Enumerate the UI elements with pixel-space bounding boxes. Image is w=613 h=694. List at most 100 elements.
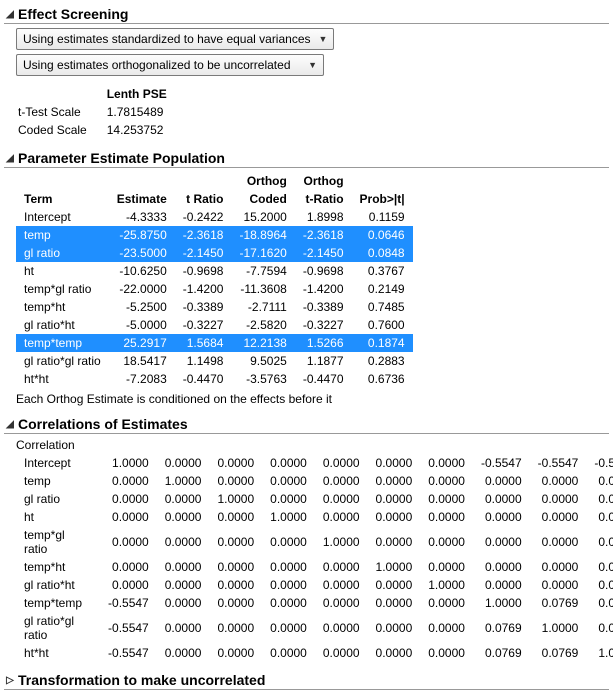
table-cell: 0.3767 <box>352 262 413 280</box>
lenth-header: Lenth PSE <box>107 86 175 102</box>
table-cell: 0.7485 <box>352 298 413 316</box>
table-cell: 0.6736 <box>352 370 413 388</box>
table-cell: -2.1450 <box>175 244 232 262</box>
table-row: temp*ht0.00000.00000.00000.00000.00001.0… <box>16 558 613 576</box>
t-test-scale-label: t-Test Scale <box>18 104 105 120</box>
table-cell: 18.5417 <box>109 352 175 370</box>
table-cell: 0.0000 <box>420 508 473 526</box>
section-header-transformation[interactable]: ▷ Transformation to make uncorrelated <box>4 670 609 690</box>
section-header-param-est[interactable]: ◢ Parameter Estimate Population <box>4 148 609 168</box>
standardize-combo-label: Using estimates standardized to have equ… <box>23 32 311 46</box>
table-cell: -0.5547 <box>100 612 157 644</box>
table-cell: 0.0646 <box>352 226 413 244</box>
table-row[interactable]: gl ratio*ht-5.0000-0.3227-2.5820-0.32270… <box>16 316 413 334</box>
table-cell: 0.0000 <box>262 526 315 558</box>
col-orthog-coded-1: Orthog <box>231 172 294 190</box>
table-cell: 0.0000 <box>420 454 473 472</box>
table-row[interactable]: gl ratio-23.5000-2.1450-17.1620-2.14500.… <box>16 244 413 262</box>
table-cell: 0.0769 <box>530 644 587 662</box>
table-cell: -0.9698 <box>295 262 352 280</box>
row-term: temp*gl ratio <box>16 526 100 558</box>
table-cell: 0.0000 <box>473 508 530 526</box>
table-cell: 0.0769 <box>530 594 587 612</box>
table-cell: 0.0000 <box>262 644 315 662</box>
table-row: ht0.00000.00000.00001.00000.00000.00000.… <box>16 508 613 526</box>
table-cell: 0.0000 <box>157 576 210 594</box>
table-cell: 0.0000 <box>209 558 262 576</box>
table-cell: 0.0000 <box>368 576 421 594</box>
table-row[interactable]: Intercept-4.3333-0.242215.20001.89980.11… <box>16 208 413 226</box>
table-row: Intercept1.00000.00000.00000.00000.00000… <box>16 454 613 472</box>
table-cell: 1.0000 <box>262 508 315 526</box>
correlation-table: Intercept1.00000.00000.00000.00000.00000… <box>16 454 613 662</box>
col-estimate: Estimate <box>109 190 175 208</box>
table-cell: -4.3333 <box>109 208 175 226</box>
table-cell: 0.0000 <box>368 472 421 490</box>
table-row: gl ratio*ht0.00000.00000.00000.00000.000… <box>16 576 613 594</box>
table-row[interactable]: temp*gl ratio-22.0000-1.4200-11.3608-1.4… <box>16 280 413 298</box>
table-cell: 0.0000 <box>368 644 421 662</box>
standardize-combo[interactable]: Using estimates standardized to have equ… <box>16 28 334 50</box>
table-cell: 0.0769 <box>586 612 613 644</box>
table-cell: 1.0000 <box>586 644 613 662</box>
table-cell: 1.5266 <box>295 334 352 352</box>
table-cell: -2.5820 <box>231 316 294 334</box>
row-term: gl ratio*ht <box>16 576 100 594</box>
row-term: gl ratio <box>16 490 100 508</box>
table-cell: 0.0000 <box>209 508 262 526</box>
table-cell: 0.0000 <box>586 490 613 508</box>
table-row: gl ratio0.00000.00001.00000.00000.00000.… <box>16 490 613 508</box>
table-cell: -5.0000 <box>109 316 175 334</box>
table-cell: 0.0000 <box>262 612 315 644</box>
coded-scale-value: 14.253752 <box>107 122 175 138</box>
orthogonalize-combo[interactable]: Using estimates orthogonalized to be unc… <box>16 54 324 76</box>
table-cell: 0.0000 <box>157 490 210 508</box>
table-cell: 0.0000 <box>420 558 473 576</box>
table-cell: -0.3389 <box>295 298 352 316</box>
table-cell: 15.2000 <box>231 208 294 226</box>
table-row[interactable]: gl ratio*gl ratio18.54171.14989.50251.18… <box>16 352 413 370</box>
table-cell: 0.0000 <box>209 612 262 644</box>
table-cell: 0.0000 <box>100 576 157 594</box>
table-cell: -2.1450 <box>295 244 352 262</box>
table-cell: 0.0000 <box>530 472 587 490</box>
table-cell: -0.5547 <box>586 454 613 472</box>
table-cell: 0.0000 <box>209 594 262 612</box>
table-row[interactable]: ht*ht-7.2083-0.4470-3.5763-0.44700.6736 <box>16 370 413 388</box>
table-cell: -0.3227 <box>175 316 232 334</box>
table-cell: 0.0000 <box>368 508 421 526</box>
table-cell: temp*temp <box>16 334 109 352</box>
table-cell: 0.0000 <box>157 594 210 612</box>
table-cell: 0.0000 <box>420 472 473 490</box>
table-cell: 12.2138 <box>231 334 294 352</box>
section-header-correlations[interactable]: ◢ Correlations of Estimates <box>4 414 609 434</box>
table-row[interactable]: ht-10.6250-0.9698-7.7594-0.96980.3767 <box>16 262 413 280</box>
table-row[interactable]: temp*temp25.29171.568412.21381.52660.187… <box>16 334 413 352</box>
table-cell: 0.0000 <box>315 558 368 576</box>
collapse-icon: ◢ <box>4 419 16 430</box>
table-cell: 0.0000 <box>315 472 368 490</box>
table-cell: -2.3618 <box>295 226 352 244</box>
collapse-icon: ◢ <box>4 153 16 164</box>
section-header-effect-screening[interactable]: ◢ Effect Screening <box>4 4 609 24</box>
table-cell: 0.2883 <box>352 352 413 370</box>
table-cell: 0.0000 <box>100 526 157 558</box>
table-cell: temp <box>16 226 109 244</box>
table-cell: -23.5000 <box>109 244 175 262</box>
table-cell: 0.0000 <box>262 558 315 576</box>
table-cell: 0.0000 <box>100 508 157 526</box>
row-term: ht*ht <box>16 644 100 662</box>
table-cell: 0.0000 <box>473 558 530 576</box>
orthogonalize-combo-label: Using estimates orthogonalized to be unc… <box>23 58 291 72</box>
table-cell: 0.0000 <box>209 644 262 662</box>
table-cell: -0.4470 <box>175 370 232 388</box>
table-cell: 0.0769 <box>473 644 530 662</box>
table-row[interactable]: temp-25.8750-2.3618-18.8964-2.36180.0646 <box>16 226 413 244</box>
table-cell: 0.0000 <box>586 576 613 594</box>
table-cell: 1.0000 <box>100 454 157 472</box>
table-cell: 0.0000 <box>586 508 613 526</box>
table-cell: 0.0000 <box>368 490 421 508</box>
table-row[interactable]: temp*ht-5.2500-0.3389-2.7111-0.33890.748… <box>16 298 413 316</box>
table-cell: 0.0000 <box>262 454 315 472</box>
table-cell: -17.1620 <box>231 244 294 262</box>
